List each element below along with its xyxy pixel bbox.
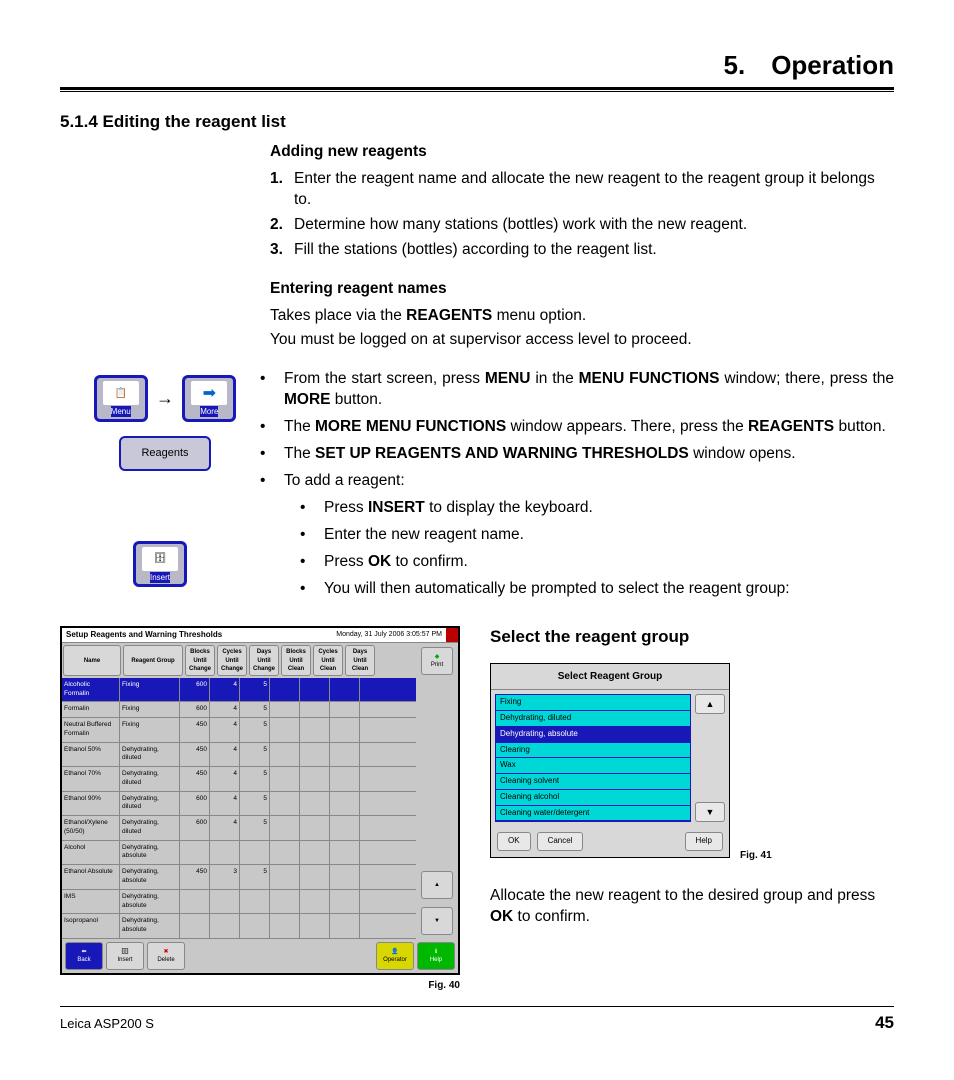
window-date: Monday, 31 July 2006 3:05:57 PM: [332, 628, 446, 643]
figure-40-caption: Fig. 40: [60, 979, 460, 993]
bullet-2: The MORE MENU FUNCTIONS window appears. …: [284, 417, 886, 438]
insert-footer-button[interactable]: 🗄Insert: [106, 942, 144, 970]
column-header[interactable]: Cycles Until Clean: [313, 645, 343, 675]
column-header[interactable]: Days Until Change: [249, 645, 279, 675]
list-item[interactable]: Dehydrating, absolute: [496, 727, 690, 743]
table-row[interactable]: IsopropanolDehydrating, absolute: [62, 914, 416, 939]
scroll-up-button[interactable]: ▲: [421, 871, 453, 899]
paragraph-supervisor: You must be logged on at supervisor acce…: [270, 330, 894, 351]
help-dialog-button[interactable]: Help: [685, 832, 723, 851]
select-group-heading: Select the reagent group: [490, 626, 894, 649]
step-2: Determine how many stations (bottles) wo…: [294, 215, 747, 236]
bullet-4: To add a reagent:: [284, 471, 405, 492]
rule-thin: [60, 91, 894, 92]
section-heading: 5.1.4 Editing the reagent list: [60, 112, 894, 132]
subheading-adding: Adding new reagents: [270, 142, 894, 163]
insert-button[interactable]: 🗄 Insert: [133, 541, 187, 588]
menu-button[interactable]: 📋 Menu: [94, 375, 148, 422]
column-header[interactable]: Name: [63, 645, 121, 675]
page-number: 45: [875, 1013, 894, 1033]
operator-button[interactable]: 👤Operator: [376, 942, 414, 970]
print-button[interactable]: ◆Print: [421, 647, 453, 675]
table-row[interactable]: Ethanol 50%Dehydrating, diluted45045: [62, 743, 416, 768]
adding-steps: 1.Enter the reagent name and allocate th…: [270, 169, 894, 261]
table-row[interactable]: FormalinFixing60045: [62, 702, 416, 718]
dialog-title: Select Reagent Group: [491, 664, 729, 691]
table-row[interactable]: Ethanol 70%Dehydrating, diluted45045: [62, 767, 416, 792]
figure-41: Select Reagent Group FixingDehydrating, …: [490, 663, 730, 859]
nested-3: Press OK to confirm.: [324, 552, 468, 573]
table-row[interactable]: IMSDehydrating, absolute: [62, 890, 416, 915]
table-row[interactable]: Neutral Buffered FormalinFixing45045: [62, 718, 416, 743]
arrow-icon: →: [156, 388, 174, 408]
help-button[interactable]: ℹHelp: [417, 942, 455, 970]
table-row[interactable]: Ethanol 90%Dehydrating, diluted60045: [62, 792, 416, 817]
figure-40: Setup Reagents and Warning Thresholds Mo…: [60, 626, 460, 993]
ok-button[interactable]: OK: [497, 832, 531, 851]
list-item[interactable]: Cleaning water/detergent: [496, 806, 690, 822]
paragraph-menu: Takes place via the REAGENTS menu option…: [270, 306, 894, 327]
rule-thick: [60, 87, 894, 90]
list-item[interactable]: Clearing: [496, 743, 690, 759]
nested-4: You will then automatically be prompted …: [324, 579, 790, 600]
column-header[interactable]: Days Until Clean: [345, 645, 375, 675]
insert-icon: 🗄: [142, 547, 178, 571]
table-row[interactable]: Alcoholic FormalinFixing60045: [62, 678, 416, 703]
allocate-paragraph: Allocate the new reagent to the desired …: [490, 886, 894, 928]
list-down-button[interactable]: ▼: [695, 802, 725, 822]
column-header[interactable]: Cycles Until Change: [217, 645, 247, 675]
list-item[interactable]: Dehydrating, diluted: [496, 711, 690, 727]
arrow-right-icon: ➡: [191, 381, 227, 405]
list-item[interactable]: Wax: [496, 758, 690, 774]
reagent-group-list[interactable]: FixingDehydrating, dilutedDehydrating, a…: [495, 694, 691, 822]
column-header[interactable]: Blocks Until Clean: [281, 645, 311, 675]
table-row[interactable]: Ethanol AbsoluteDehydrating, absolute450…: [62, 865, 416, 890]
column-header[interactable]: Blocks Until Change: [185, 645, 215, 675]
step-1: Enter the reagent name and allocate the …: [294, 169, 894, 211]
nested-1: Press INSERT to display the keyboard.: [324, 498, 593, 519]
list-item[interactable]: Fixing: [496, 695, 690, 711]
column-header[interactable]: Reagent Group: [123, 645, 183, 675]
list-item[interactable]: Cleaning alcohol: [496, 790, 690, 806]
list-item[interactable]: Cleaning solvent: [496, 774, 690, 790]
table-row[interactable]: Ethanol/Xylene (50/50)Dehydrating, dilut…: [62, 816, 416, 841]
window-title: Setup Reagents and Warning Thresholds: [62, 628, 332, 643]
step-3: Fill the stations (bottles) according to…: [294, 240, 657, 261]
list-up-button[interactable]: ▲: [695, 694, 725, 714]
delete-button[interactable]: ✖Delete: [147, 942, 185, 970]
reagents-button[interactable]: Reagents: [119, 436, 210, 471]
subheading-entering: Entering reagent names: [270, 279, 894, 300]
table-row[interactable]: AlcoholDehydrating, absolute: [62, 841, 416, 866]
nested-2: Enter the new reagent name.: [324, 525, 524, 546]
figure-41-caption: Fig. 41: [740, 849, 772, 863]
scroll-down-button[interactable]: ▼: [421, 907, 453, 935]
bullet-3: The SET UP REAGENTS AND WARNING THRESHOL…: [284, 444, 796, 465]
back-button[interactable]: ⬅Back: [65, 942, 103, 970]
notepad-icon: 📋: [103, 381, 139, 405]
cancel-button[interactable]: Cancel: [537, 832, 584, 851]
bullet-1: From the start screen, press MENU in the…: [284, 369, 894, 411]
chapter-heading: 5. Operation: [60, 50, 894, 81]
more-button[interactable]: ➡ More: [182, 375, 236, 422]
footer-product: Leica ASP200 S: [60, 1016, 154, 1031]
close-icon[interactable]: [446, 628, 458, 643]
